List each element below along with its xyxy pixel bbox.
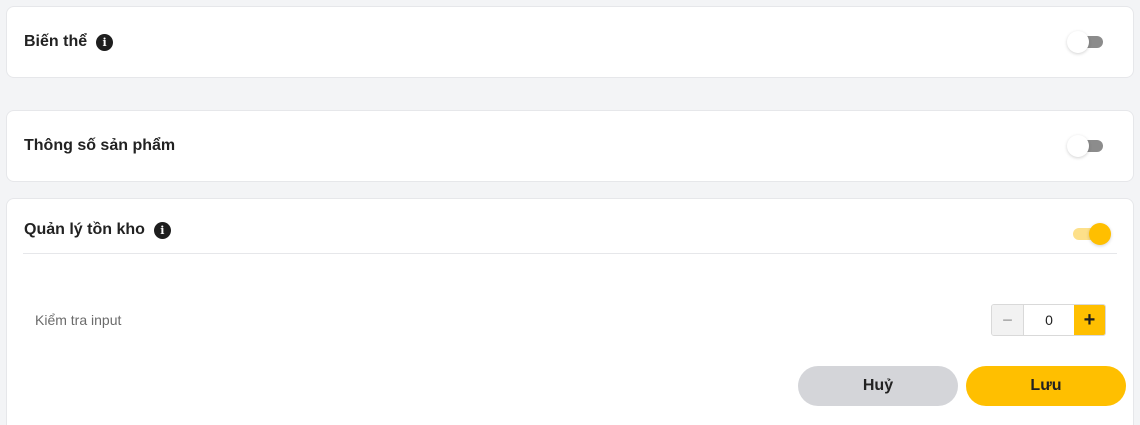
stock-title: Quản lý tồn kho [24, 221, 145, 238]
increment-button[interactable]: + [1074, 305, 1105, 335]
quantity-stepper: − 0 + [991, 304, 1106, 336]
decrement-button[interactable]: − [992, 305, 1024, 335]
variant-card: Biến thể i [6, 6, 1134, 78]
stock-field-label: Kiểm tra input [35, 312, 122, 328]
variant-toggle[interactable] [1067, 30, 1107, 54]
stock-toggle[interactable] [1069, 222, 1111, 246]
spec-title: Thông số sản phẩm [24, 137, 176, 154]
quantity-input[interactable]: 0 [1024, 305, 1074, 335]
toggle-knob [1089, 223, 1111, 245]
save-button[interactable]: Lưu [966, 366, 1126, 406]
toggle-knob [1067, 31, 1089, 53]
toggle-knob [1067, 135, 1089, 157]
divider [23, 253, 1117, 254]
spec-toggle[interactable] [1067, 134, 1107, 158]
info-icon[interactable]: i [96, 33, 114, 51]
info-icon[interactable]: i [153, 221, 171, 239]
variant-title: Biến thể [24, 33, 88, 50]
stock-header: Quản lý tồn kho i [24, 221, 171, 239]
stock-card: Quản lý tồn kho i Kiểm tra input − 0 + [6, 198, 1134, 425]
spec-header: Thông số sản phẩm [24, 137, 175, 155]
variant-header: Biến thể i [24, 33, 114, 51]
spec-card: Thông số sản phẩm [6, 110, 1134, 182]
cancel-button[interactable]: Huỷ [798, 366, 958, 406]
